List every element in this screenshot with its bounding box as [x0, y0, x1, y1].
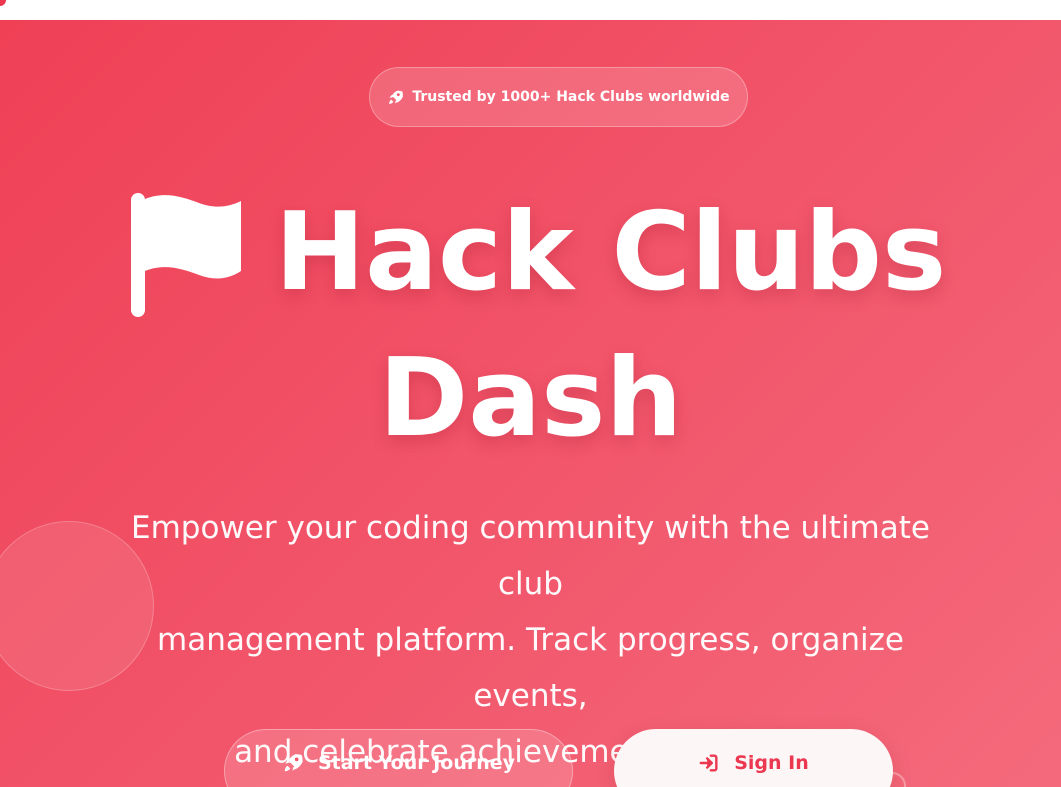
trust-badge-text: Trusted by 1000+ Hack Clubs worldwide	[412, 89, 730, 105]
start-journey-button[interactable]: Start Your Journey	[224, 729, 573, 787]
sign-in-button[interactable]: Sign In	[614, 729, 893, 787]
title-text-line-2: Dash	[378, 336, 683, 461]
subtitle-line: management platform. Track progress, org…	[157, 622, 904, 714]
hero-section: Trusted by 1000+ Hack Clubs worldwide Ha…	[0, 20, 1061, 787]
corner-accent	[0, 0, 6, 6]
rocket-icon	[387, 89, 404, 106]
title-line-1: Hack Clubs	[0, 180, 1061, 326]
title-text-line-1: Hack Clubs	[274, 190, 947, 315]
start-journey-label: Start Your Journey	[317, 752, 516, 774]
subtitle-line: Empower your coding community with the u…	[131, 510, 930, 602]
rocket-icon	[282, 752, 304, 774]
top-strip	[0, 0, 1061, 20]
flag-icon	[125, 187, 245, 319]
trust-badge: Trusted by 1000+ Hack Clubs worldwide	[369, 67, 748, 127]
sign-in-label: Sign In	[734, 752, 809, 774]
page-title: Hack Clubs Dash	[0, 180, 1061, 472]
sign-in-icon	[698, 752, 720, 774]
